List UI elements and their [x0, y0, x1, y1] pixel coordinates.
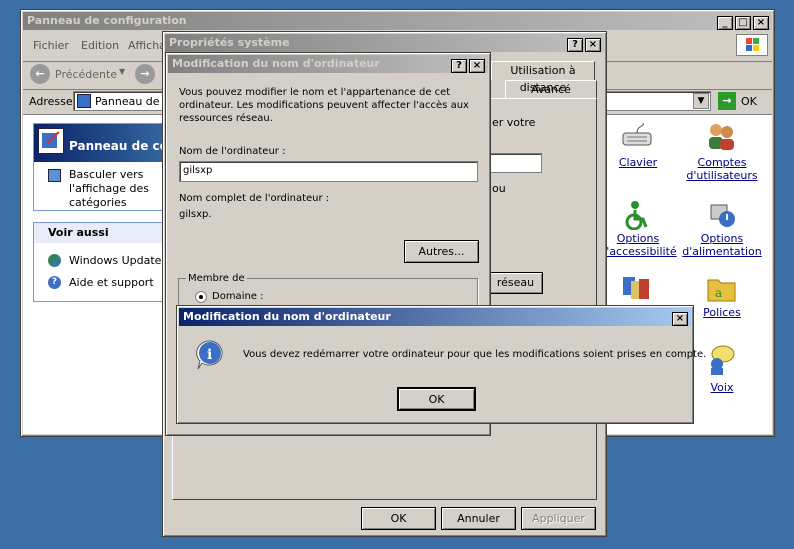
control-panel-small-icon	[77, 94, 91, 108]
ok-button-label: OK	[390, 512, 407, 525]
close-button[interactable]: ×	[753, 16, 769, 30]
close-button[interactable]: ×	[469, 59, 485, 73]
minimize-button[interactable]: _	[717, 16, 733, 30]
close-button[interactable]: ×	[585, 38, 601, 52]
windows-update-link[interactable]: Windows Update	[69, 254, 161, 267]
partial-text-1: er votre	[492, 116, 536, 129]
cancel-button[interactable]: Annuler	[441, 507, 516, 530]
speech-label[interactable]: Voix	[707, 381, 737, 394]
category-view-icon	[48, 169, 61, 182]
rename-description: Vous pouvez modifier le nom et l'apparte…	[179, 87, 469, 124]
back-dropdown-icon[interactable]: ▼	[119, 67, 125, 76]
go-arrow-icon[interactable]: →	[718, 92, 736, 110]
control-panel-titlebar[interactable]: Panneau de configuration _ □ ×	[23, 12, 772, 30]
domain-label: Domaine :	[212, 291, 264, 302]
address-label: Adresse	[29, 95, 73, 108]
help-support-link[interactable]: Aide et support	[69, 276, 154, 289]
message-titlebar[interactable]: Modification du nom d'ordinateur ×	[179, 308, 691, 326]
power-options-icon[interactable]	[705, 197, 737, 232]
fonts-label[interactable]: Polices	[697, 306, 747, 319]
computer-name-input[interactable]: gilsxp	[179, 161, 478, 182]
accessibility-icon[interactable]	[621, 200, 653, 233]
full-name-label: Nom complet de l'ordinateur :	[179, 193, 330, 204]
full-name-value: gilsxp.	[179, 209, 212, 220]
member-of-label: Membre de	[186, 273, 247, 284]
more-button[interactable]: Autres...	[404, 240, 479, 263]
more-button-label: Autres...	[418, 245, 465, 258]
menu-edit[interactable]: Edition	[81, 39, 119, 52]
back-arrow-icon[interactable]: ←	[30, 64, 50, 84]
tab-remote[interactable]: Utilisation à distance	[491, 61, 595, 94]
speech-icon[interactable]	[705, 344, 737, 379]
control-panel-large-icon	[38, 128, 64, 154]
power-options-label[interactable]: Options d'alimentation	[681, 232, 763, 258]
side-panel-main: Panneau de configuration Basculer vers l…	[33, 123, 243, 211]
windows-update-icon	[48, 254, 61, 267]
rename-title: Modification du nom d'ordinateur	[172, 57, 380, 70]
apply-button-label: Appliquer	[532, 512, 585, 525]
cancel-button-label: Annuler	[457, 512, 500, 525]
menu-file[interactable]: Fichier	[33, 39, 69, 52]
user-accounts-label[interactable]: Comptes d'utilisateurs	[681, 156, 763, 182]
side-panel-see-also: Voir aussi Windows Update ? Aide et supp…	[33, 222, 183, 302]
keyboard-icon[interactable]	[621, 122, 653, 154]
computer-name-label: Nom de l'ordinateur :	[179, 146, 286, 157]
windows-logo-icon	[736, 34, 768, 56]
message-text: Vous devez redémarrer votre ordinateur p…	[243, 349, 707, 360]
rename-titlebar[interactable]: Modification du nom d'ordinateur ? ×	[168, 55, 488, 73]
accessibility-label[interactable]: Options d'accessibilité	[599, 232, 677, 258]
domain-radio[interactable]	[195, 291, 207, 303]
restart-message-dialog: Modification du nom d'ordinateur × i Vou…	[176, 305, 706, 424]
network-button[interactable]: réseau	[488, 272, 543, 294]
apply-button[interactable]: Appliquer	[521, 507, 596, 530]
user-accounts-icon[interactable]	[705, 121, 737, 154]
ok-button[interactable]: OK	[361, 507, 436, 530]
back-button-label[interactable]: Précédente	[55, 68, 117, 81]
maximize-button[interactable]: □	[735, 16, 751, 30]
system-properties-title: Propriétés système	[169, 36, 290, 49]
message-ok-button[interactable]: OK	[397, 387, 476, 411]
help-button[interactable]: ?	[567, 38, 583, 52]
help-button[interactable]: ?	[451, 59, 467, 73]
information-icon: i	[194, 339, 226, 371]
system-properties-titlebar[interactable]: Propriétés système ? ×	[165, 34, 604, 52]
svg-text:a: a	[715, 286, 722, 300]
message-ok-label: OK	[428, 393, 445, 406]
tab-advanced[interactable]: Avancé	[505, 80, 597, 99]
network-button-label: réseau	[496, 276, 535, 289]
message-title: Modification du nom d'ordinateur	[183, 310, 391, 323]
program-icon[interactable]	[621, 273, 653, 306]
go-button-label[interactable]: OK	[741, 95, 757, 108]
forward-arrow-icon[interactable]: →	[135, 64, 155, 84]
address-dropdown-icon[interactable]: ▼	[693, 93, 709, 109]
partial-input[interactable]	[488, 153, 542, 173]
computer-name-value: gilsxp	[183, 165, 213, 176]
help-icon: ?	[48, 276, 61, 289]
fonts-icon[interactable]: a	[705, 272, 737, 307]
control-panel-title: Panneau de configuration	[27, 14, 187, 27]
tab-advanced-label: Avancé	[531, 83, 571, 96]
close-button[interactable]: ×	[672, 312, 688, 326]
partial-text-2: ou	[492, 182, 506, 195]
svg-text:i: i	[207, 347, 212, 363]
keyboard-label[interactable]: Clavier	[606, 156, 670, 169]
see-also-title: Voir aussi	[48, 226, 109, 239]
